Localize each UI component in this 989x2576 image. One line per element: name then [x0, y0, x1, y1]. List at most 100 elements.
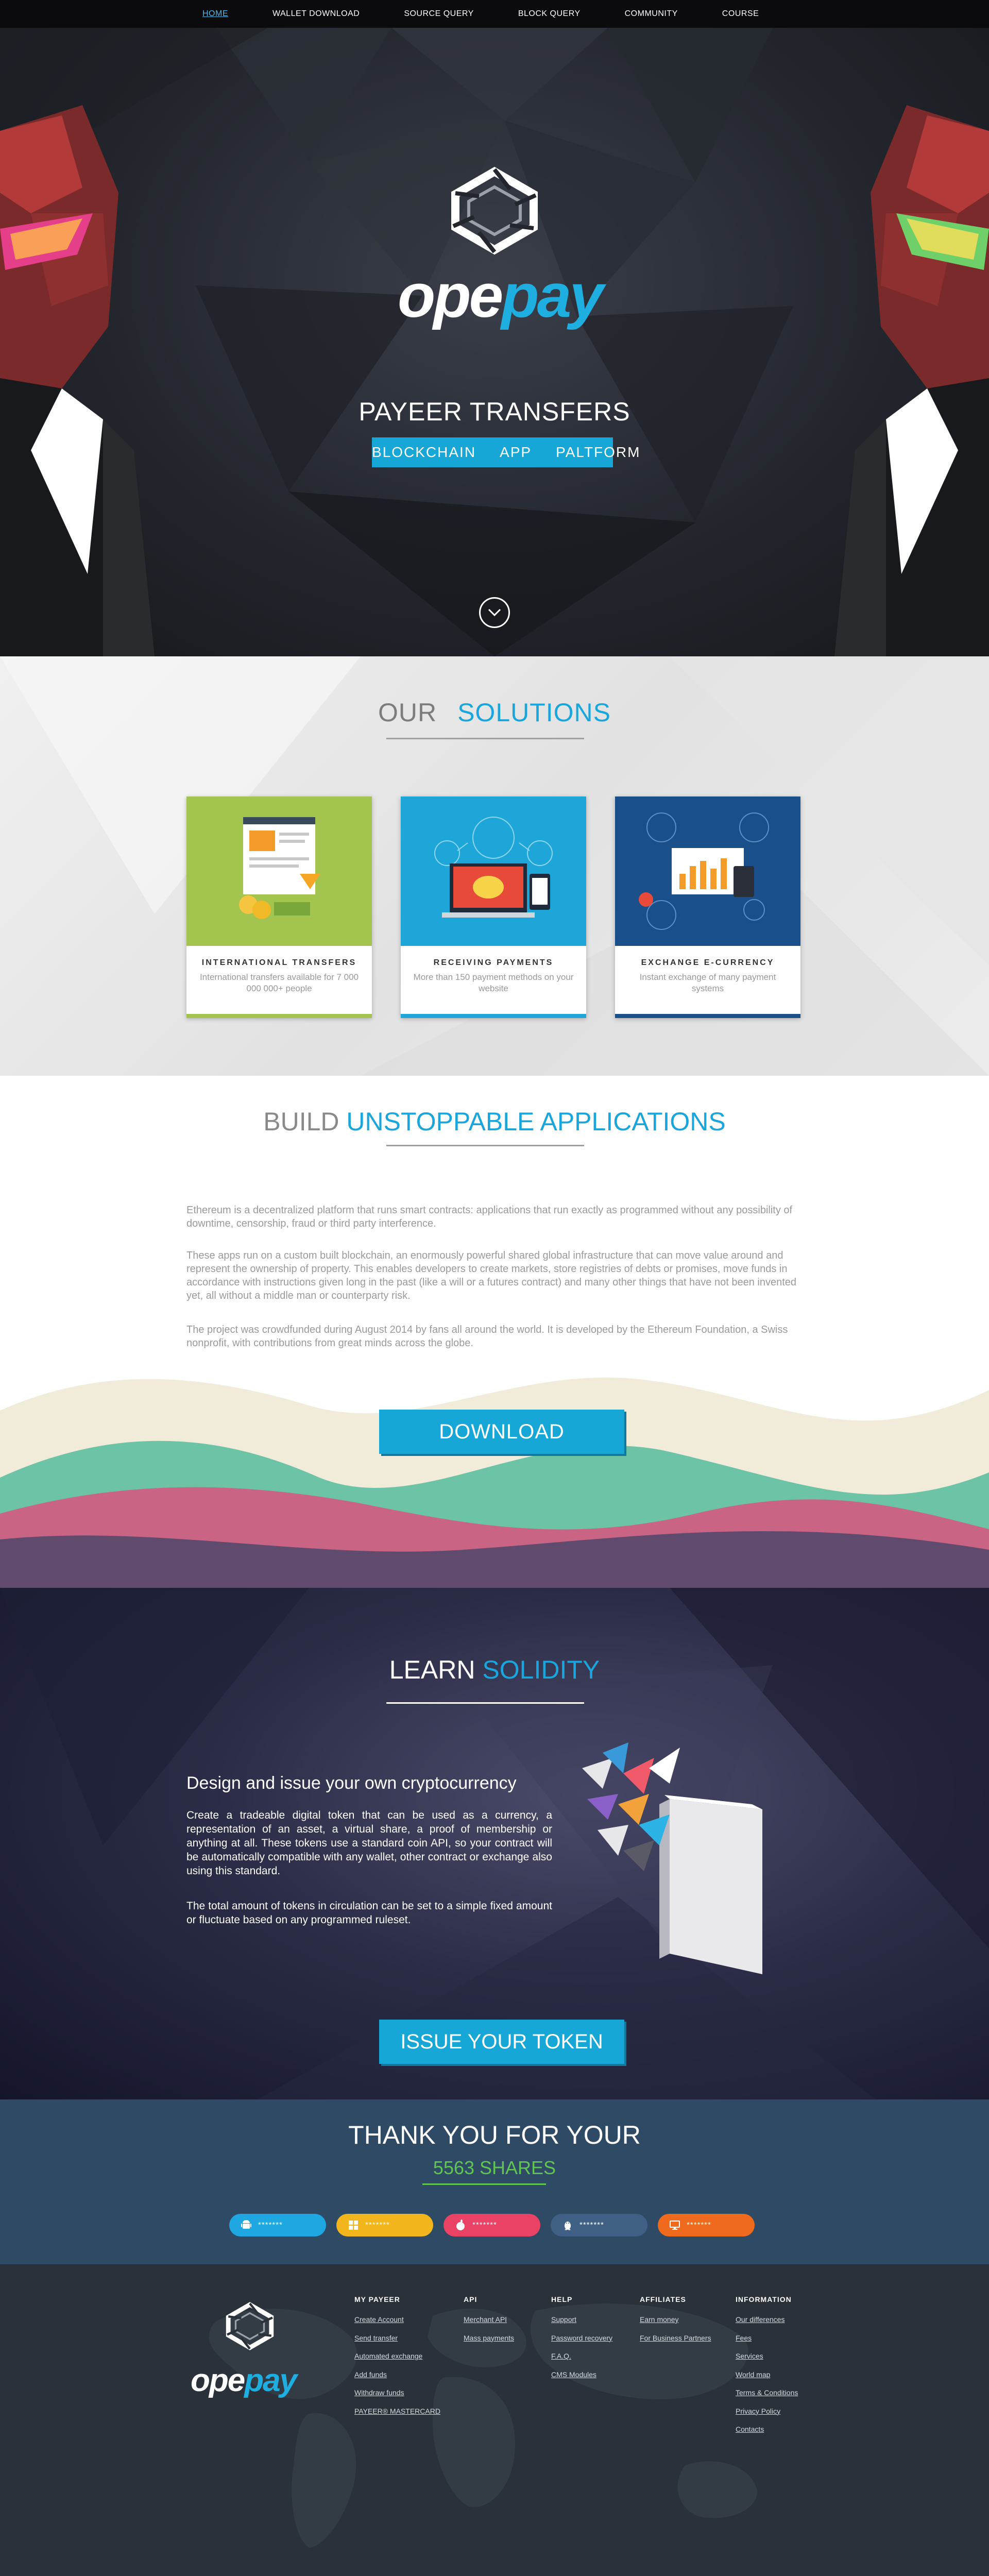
footer-link[interactable]: Automated exchange [354, 2347, 440, 2366]
footer-column-heading: INFORMATION [736, 2295, 792, 2303]
learn-title: LEARN SOLIDITY [288, 1655, 701, 1685]
solutions-title-rule [386, 738, 584, 739]
learn-paragraph-1: Create a tradeable digital token that ca… [186, 1809, 552, 1877]
footer-column-heading: MY PAYEER [354, 2295, 400, 2303]
card-exchange-e-currency[interactable]: EXCHANGE E-CURRENCY Instant exchange of … [615, 796, 800, 1018]
footer-link[interactable]: Password recovery [551, 2329, 612, 2348]
build-section: BUILD UNSTOPPABLE APPLICATIONS Ethereum … [0, 1076, 989, 1588]
hero-title: PAYEER TRANSFERS [359, 397, 630, 426]
nav-item-community[interactable]: COMMUNITY [625, 9, 678, 19]
footer-link[interactable]: World map [736, 2366, 798, 2384]
footer-column-information: INFORMATION Our differences Fees Service… [736, 2295, 798, 2439]
footer-link[interactable]: Services [736, 2347, 798, 2366]
footer-link[interactable]: Create Account [354, 2311, 440, 2329]
scroll-down-button[interactable] [479, 597, 510, 628]
desktop-download-button[interactable]: ******* [658, 2214, 755, 2236]
footer-link[interactable]: Our differences [736, 2311, 798, 2329]
footer-brand-ope: ope [191, 2363, 245, 2398]
footer-opepay-logo-icon [226, 2302, 274, 2350]
card-title: EXCHANGE E-CURRENCY [641, 958, 775, 967]
footer-link[interactable]: F.A.Q. [551, 2347, 612, 2366]
footer-opepay-wordmark: opepay [191, 2362, 297, 2399]
receiving-payments-illustration [401, 796, 586, 946]
footer-link[interactable]: Mass payments [464, 2329, 514, 2348]
solutions-title-part1: OUR [378, 698, 437, 727]
footer-brand-pay: pay [244, 2363, 297, 2398]
share-button-label: ******* [687, 2221, 711, 2229]
hero-portrait-right [834, 105, 989, 656]
opepay-logo-icon [451, 166, 538, 255]
build-title-part2: UNSTOPPABLE APPLICATIONS [346, 1107, 726, 1136]
build-paragraph-1: Ethereum is a decentralized platform tha… [186, 1205, 793, 1229]
card-accent-bar [186, 1014, 372, 1018]
footer-link[interactable]: Withdraw funds [354, 2384, 440, 2402]
footer-link[interactable]: Send transfer [354, 2329, 440, 2348]
chevron-down-icon [488, 608, 501, 617]
solutions-section: OUR SOLUTIONS INTERNATIONAL TRANSFERS Int… [0, 656, 989, 1076]
solutions-title-part2: SOLUTIONS [457, 698, 611, 727]
card-international-transfers[interactable]: INTERNATIONAL TRANSFERS International tr… [186, 796, 372, 1018]
learn-title-rule [386, 1702, 584, 1704]
apple-icon [456, 2219, 465, 2230]
card-description: Instant exchange of many payment systems [639, 972, 776, 993]
learn-heading: Design and issue your own cryptocurrency [186, 1773, 517, 1793]
hero-tagline-badge: BLOCKCHAIN APP PALTFORM [372, 437, 639, 467]
card-title: INTERNATIONAL TRANSFERS [201, 958, 357, 967]
windows-icon [349, 2221, 358, 2230]
footer-link[interactable]: Contacts [736, 2420, 798, 2439]
build-title-part1: BUILD [263, 1107, 339, 1136]
linux-icon [565, 2222, 571, 2230]
origami-book-illustration [582, 1742, 762, 1974]
footer: opepay MY PAYEER Create Account Send tra… [0, 2264, 989, 2576]
footer-link[interactable]: Privacy Policy [736, 2402, 798, 2421]
windows-download-button[interactable]: ******* [336, 2214, 433, 2236]
learn-paragraph-2: The total amount of tokens in circulatio… [186, 1900, 552, 1926]
footer-link[interactable]: CMS Modules [551, 2366, 612, 2384]
android-download-button[interactable]: ******* [229, 2214, 326, 2236]
footer-link[interactable]: Fees [736, 2329, 798, 2348]
build-title: BUILD UNSTOPPABLE APPLICATIONS [185, 1107, 804, 1137]
footer-link[interactable]: Terms & Conditions [736, 2384, 798, 2402]
solutions-title: OUR SOLUTIONS [288, 698, 701, 727]
android-icon [241, 2220, 251, 2229]
footer-column-help: HELP Support Password recovery F.A.Q. CM… [551, 2295, 612, 2384]
footer-link[interactable]: Add funds [354, 2366, 440, 2384]
exchange-e-currency-illustration [615, 796, 800, 946]
footer-link[interactable]: PAYEER® MASTERCARD [354, 2402, 440, 2421]
footer-column-heading: HELP [551, 2295, 573, 2303]
nav-item-wallet-download[interactable]: WALLET DOWNLOAD [272, 9, 360, 19]
footer-column-api: API Merchant API Mass payments [464, 2295, 514, 2347]
nav-items: HOME WALLET DOWNLOAD SOURCE QUERY BLOCK … [202, 0, 803, 28]
card-description: More than 150 payment methods on your we… [413, 972, 574, 993]
learn-title-part1: LEARN [389, 1655, 475, 1684]
learn-title-part2: SOLIDITY [482, 1655, 600, 1684]
card-title: RECEIVING PAYMENTS [433, 958, 554, 967]
footer-column-heading: API [464, 2295, 478, 2303]
card-description: International transfers available for 7 … [199, 972, 359, 993]
top-nav: HOME WALLET DOWNLOAD SOURCE QUERY BLOCK … [0, 0, 989, 28]
card-receiving-payments[interactable]: RECEIVING PAYMENTS More than 150 payment… [401, 796, 586, 1018]
shares-rule [422, 2183, 546, 2185]
apple-download-button[interactable]: ******* [444, 2214, 540, 2236]
shares-count: 5563 SHARES [433, 2157, 556, 2178]
desktop-icon [670, 2221, 680, 2230]
nav-item-course[interactable]: COURSE [722, 9, 759, 19]
card-accent-bar [615, 1014, 800, 1018]
nav-item-block-query[interactable]: BLOCK QUERY [518, 9, 581, 19]
brand-ope: ope [397, 261, 503, 330]
hero-section: opepay PAYEER TRANSFERS BLOCKCHAIN APP P… [0, 28, 989, 656]
issue-token-button[interactable]: ISSUE YOUR TOKEN [379, 2020, 624, 2064]
footer-link[interactable]: Earn money [640, 2311, 711, 2329]
brand-pay: pay [501, 261, 604, 330]
footer-link[interactable]: Support [551, 2311, 612, 2329]
footer-link[interactable]: Merchant API [464, 2311, 514, 2329]
build-paragraph-2: These apps run on a custom built blockch… [186, 1250, 797, 1301]
download-button[interactable]: DOWNLOAD [379, 1410, 624, 1454]
nav-item-home[interactable]: HOME [202, 9, 228, 19]
share-button-label: ******* [365, 2221, 390, 2229]
opepay-wordmark: opepay [391, 265, 608, 327]
footer-link[interactable]: For Business Partners [640, 2329, 711, 2348]
linux-download-button[interactable]: ******* [551, 2214, 647, 2236]
build-waves-decoration [0, 1377, 989, 1588]
nav-item-source-query[interactable]: SOURCE QUERY [404, 9, 474, 19]
